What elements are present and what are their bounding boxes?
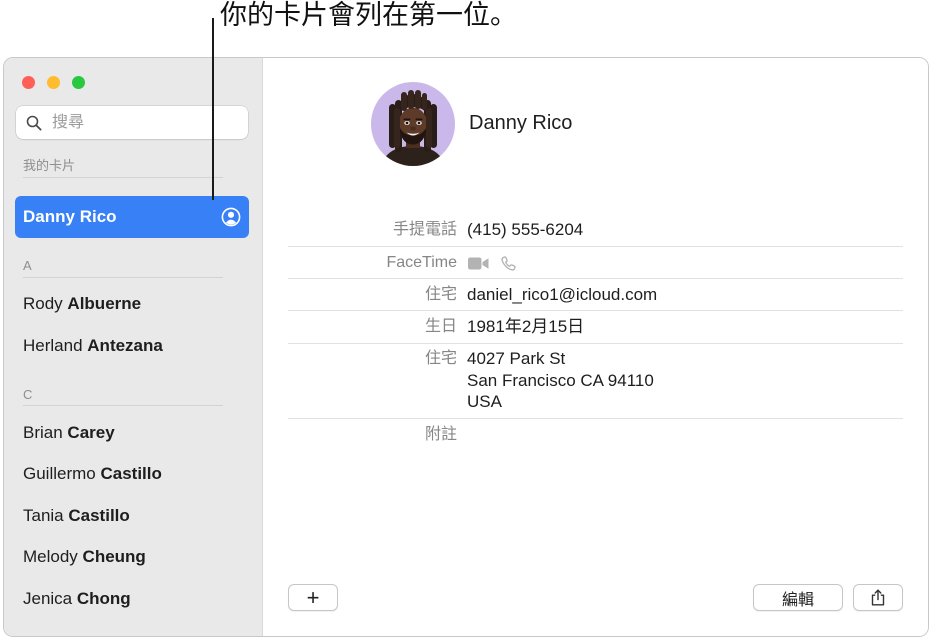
contact-last-name: Rico [79, 207, 117, 226]
field-value-home-address[interactable]: 4027 Park St San Francisco CA 94110 USA [467, 348, 654, 413]
add-button[interactable]: + [288, 584, 338, 611]
contact-card: Danny Rico 手提電話 (415) 555-6204 FaceTime … [263, 58, 928, 636]
my-card-name: Danny Rico [23, 196, 117, 238]
field-value-birthday: 1981年2月15日 [467, 317, 585, 336]
contact-row[interactable]: Guillermo Castillo [23, 457, 243, 491]
field-divider [288, 418, 903, 419]
address-line: USA [467, 392, 502, 411]
section-divider [23, 405, 223, 406]
callout-line [212, 18, 214, 200]
search-input[interactable] [52, 106, 238, 139]
contact-last-name: Chong [76, 589, 131, 608]
section-header-a: A [23, 258, 32, 273]
contacts-window: 我的卡片 Danny Rico A Rody Albuerne Herland … [3, 57, 929, 637]
contact-first-name: Herland [23, 336, 83, 355]
field-label-mobile: 手提電話 [392, 221, 457, 238]
contact-first-name: Danny [23, 207, 75, 226]
section-divider [23, 277, 223, 278]
person-circle-icon [221, 207, 241, 227]
field-divider [288, 310, 903, 311]
sidebar: 我的卡片 Danny Rico A Rody Albuerne Herland … [4, 58, 263, 636]
section-header-my-card: 我的卡片 [23, 158, 76, 173]
section-divider [23, 177, 223, 178]
edit-button[interactable]: 編輯 [753, 584, 843, 611]
field-divider [288, 278, 903, 279]
contact-first-name: Guillermo [23, 464, 96, 483]
contact-first-name: Jenica [23, 589, 73, 608]
field-label-note: 附註 [424, 426, 457, 443]
field-divider [288, 246, 903, 247]
contact-last-name: Albuerne [67, 294, 142, 313]
address-line: San Francisco CA 94110 [467, 370, 654, 390]
callout-text: 你的卡片會列在第一位。 [220, 0, 517, 30]
facetime-actions [468, 252, 516, 274]
address-line: 4027 Park St [467, 349, 566, 368]
contact-row[interactable]: Jenica Chong [23, 582, 243, 616]
share-icon [871, 589, 885, 606]
contact-row[interactable]: Melody Cheung [23, 540, 243, 574]
search-icon [26, 115, 42, 131]
field-divider [288, 343, 903, 344]
close-button[interactable] [21, 75, 35, 89]
contact-first-name: Brian [23, 423, 63, 442]
field-label-home-email: 住宅 [424, 286, 457, 303]
field-label-facetime: FaceTime [386, 254, 457, 271]
avatar [371, 82, 455, 166]
zoom-button[interactable] [71, 75, 85, 89]
contact-name: Danny Rico [469, 112, 573, 134]
field-value-mobile[interactable]: (415) 555-6204 [467, 219, 583, 241]
video-icon[interactable] [468, 257, 489, 270]
contact-last-name: Antezana [87, 336, 163, 355]
contact-row[interactable]: Rody Albuerne [23, 287, 243, 321]
contact-last-name: Castillo [100, 464, 162, 483]
contact-row[interactable]: Brian Carey [23, 416, 243, 450]
my-card-row[interactable]: Danny Rico [15, 196, 249, 238]
contact-row[interactable]: Herland Antezana [23, 329, 243, 363]
field-value-home-email[interactable]: daniel_rico1@icloud.com [467, 284, 657, 306]
minimize-button[interactable] [46, 75, 60, 89]
field-label-home-address: 住宅 [424, 350, 457, 367]
contact-first-name: Rody [23, 294, 63, 313]
contact-last-name: Carey [67, 423, 115, 442]
share-button[interactable] [853, 584, 903, 611]
contact-first-name: Melody [23, 547, 78, 566]
field-label-birthday: 生日 [424, 318, 457, 335]
contact-first-name: Tania [23, 506, 64, 525]
section-header-c: C [23, 387, 33, 402]
phone-icon[interactable] [501, 255, 516, 271]
contact-row[interactable]: Tania Castillo [23, 499, 243, 533]
contact-last-name: Castillo [68, 506, 130, 525]
contact-last-name: Cheung [82, 547, 146, 566]
